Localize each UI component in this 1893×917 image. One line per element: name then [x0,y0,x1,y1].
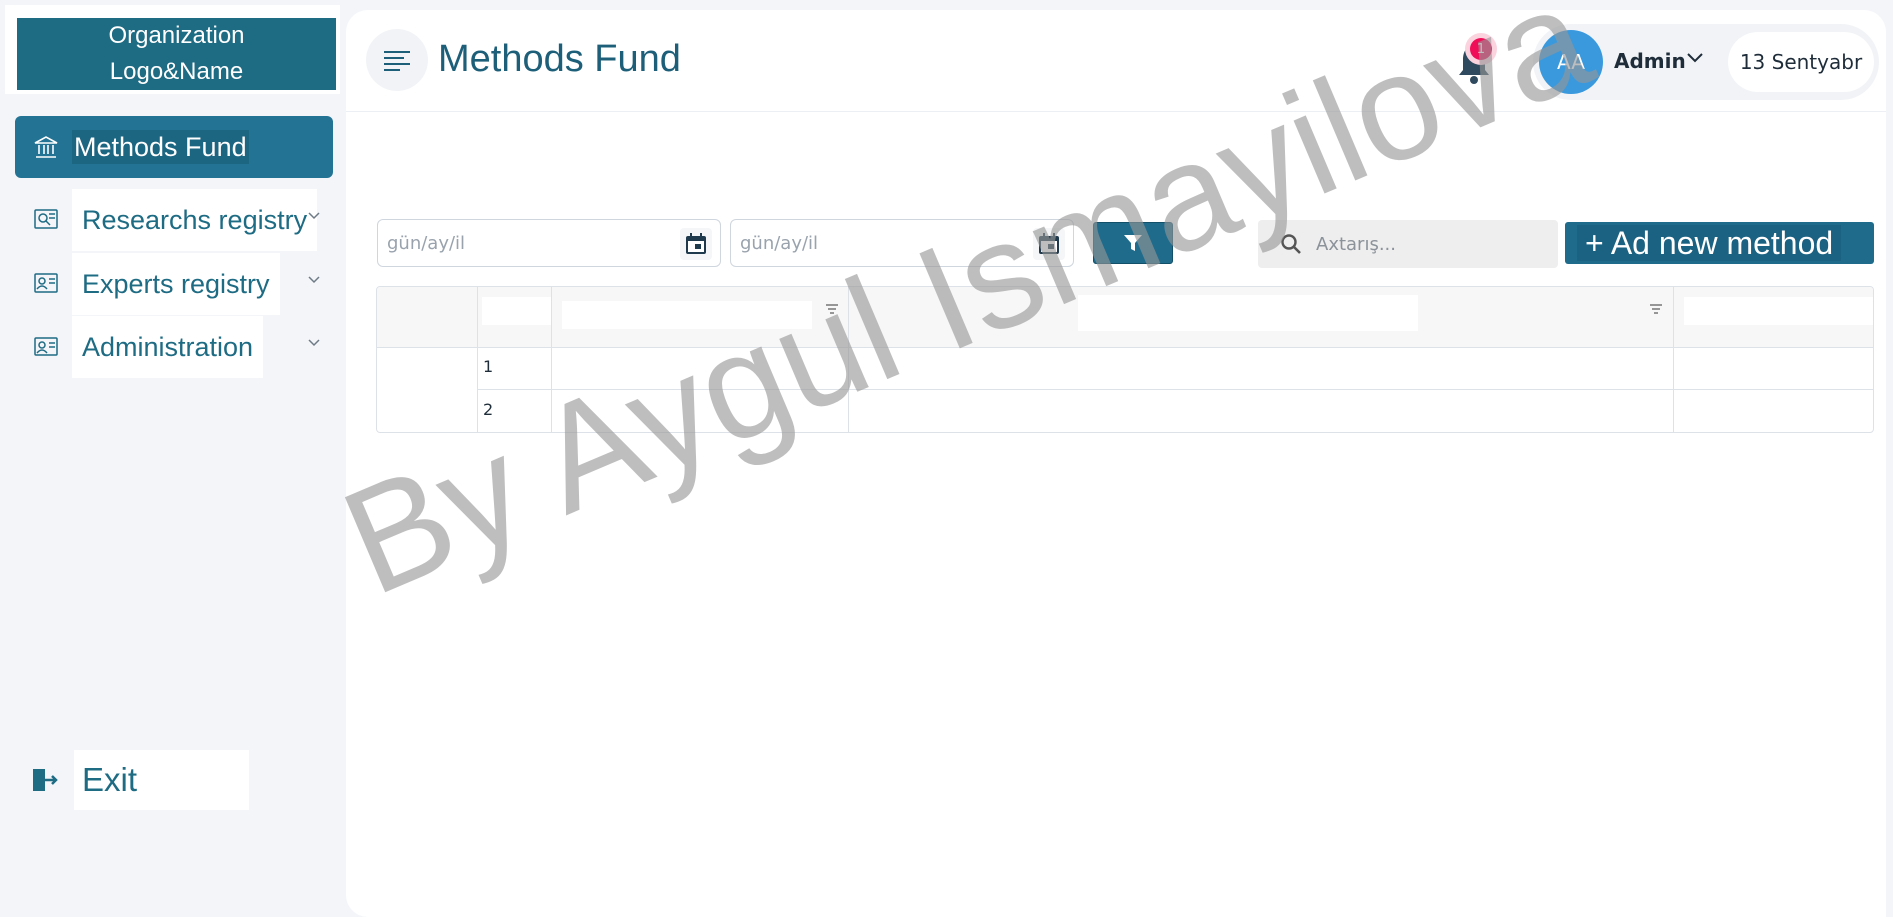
sidebar-item-experts-registry[interactable]: Experts registry [15,253,333,315]
logout-icon [33,769,58,791]
column-header-empty [482,297,552,325]
chevron-down-icon [308,212,320,220]
row-divider [477,389,1873,390]
avatar[interactable]: AA [1539,30,1603,94]
date-to-placeholder: gün/ay/il [740,232,819,254]
menu-toggle-button[interactable] [366,29,428,91]
chevron-down-icon [308,339,320,347]
table-row[interactable]: 2 [483,400,493,419]
column-header-empty [1684,297,1873,325]
add-button-label: + Ad new method [1577,225,1842,261]
organization-logo: Organization Logo&Name [17,18,336,90]
calendar-icon[interactable] [1033,228,1065,260]
search-placeholder: Axtarış... [1316,233,1396,255]
chevron-down-icon[interactable] [1686,52,1704,64]
bank-icon [32,133,60,161]
date-from-placeholder: gün/ay/il [387,232,466,254]
data-table: 1 2 [376,286,1874,433]
exit-button[interactable]: Exit [30,750,249,810]
menu-icon [384,51,410,71]
user-name[interactable]: Admin [1614,49,1686,73]
sidebar-item-label: Researchs registry [72,189,318,251]
experts-icon [32,270,60,298]
column-header-empty [562,301,812,329]
column-divider [848,287,849,432]
search-icon [1280,233,1302,255]
date-from-field[interactable]: gün/ay/il [377,219,721,267]
calendar-icon[interactable] [680,228,712,260]
column-divider [1673,287,1674,432]
chevron-down-icon [308,276,320,284]
column-divider [551,287,552,432]
exit-label: Exit [74,750,249,810]
main-panel: Methods Fund 1 AA Admin 13 Sentyabr gün/… [346,10,1886,917]
sidebar-item-methods-fund[interactable]: Methods Fund [15,116,333,178]
page-title: Methods Fund [438,38,681,80]
column-header-empty [1078,295,1418,331]
column-divider [477,287,478,432]
sidebar-item-administration[interactable]: Administration [15,316,333,378]
header: Methods Fund 1 AA Admin 13 Sentyabr [346,10,1886,112]
filter-icon [1124,235,1142,251]
logo-container: Organization Logo&Name [5,5,340,94]
admin-icon [32,333,60,361]
sidebar-item-label: Experts registry [72,253,280,315]
date-to-field[interactable]: gün/ay/il [730,219,1074,267]
search-input[interactable]: Axtarış... [1258,220,1558,268]
sidebar: Organization Logo&Name Methods Fund Rese… [0,0,346,917]
column-filter-icon[interactable] [825,303,839,315]
sidebar-item-researchs-registry[interactable]: Researchs registry [15,189,333,251]
date-badge: 13 Sentyabr [1728,32,1874,92]
filter-button[interactable] [1093,222,1173,264]
sidebar-item-label: Methods Fund [72,130,249,164]
column-filter-icon[interactable] [1649,303,1663,315]
notification-badge: 1 [1470,38,1492,60]
research-icon [32,206,60,234]
add-new-method-button[interactable]: + Ad new method [1565,222,1874,264]
table-row[interactable]: 1 [483,357,493,376]
sidebar-item-label: Administration [72,316,264,378]
